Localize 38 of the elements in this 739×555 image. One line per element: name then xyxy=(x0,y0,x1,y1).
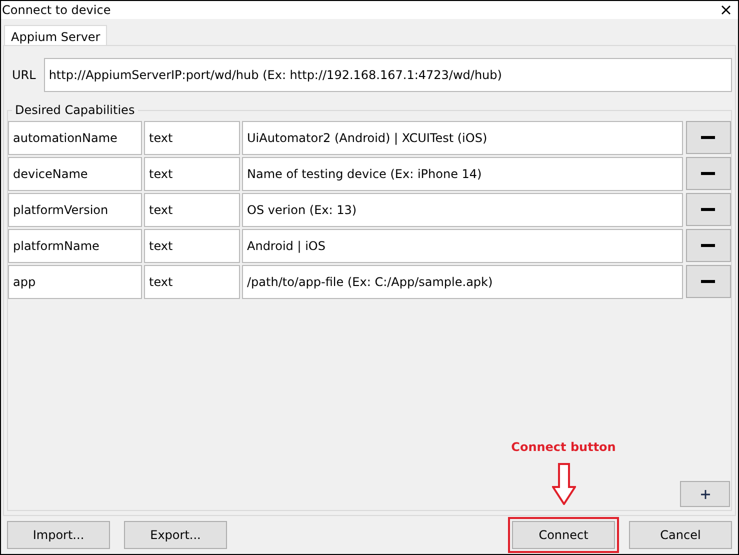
dialog-button[interactable]: Export... xyxy=(124,521,227,549)
name-field[interactable]: platformName xyxy=(8,229,142,263)
value-field[interactable]: Name of testing device (Ex: iPhone 14) xyxy=(242,157,683,191)
name-field[interactable]: app xyxy=(8,265,142,299)
type-field[interactable]: text xyxy=(144,265,240,299)
dialog-button[interactable]: Connect xyxy=(512,521,615,549)
group-title: Desired Capabilities xyxy=(12,103,138,117)
name-field[interactable]: deviceName xyxy=(8,157,142,191)
type-field[interactable]: text xyxy=(144,157,240,191)
dialog-button[interactable]: Import... xyxy=(7,521,110,549)
close-icon xyxy=(721,5,731,15)
url-field[interactable]: http://AppiumServerIP:port/wd/hub (Ex: http://192.168.167.1:4723/wd/hub) xyxy=(44,58,732,92)
minus-icon xyxy=(701,172,716,175)
minus-icon xyxy=(701,280,716,283)
minus-icon xyxy=(701,136,716,139)
annotation-text: Connect button xyxy=(511,440,616,454)
remove-button[interactable] xyxy=(686,265,731,298)
window-title: Connect to device xyxy=(1,3,111,17)
arrow-icon xyxy=(552,463,576,505)
url-label: URL xyxy=(12,68,36,82)
value-field[interactable]: Android | iOS xyxy=(242,229,683,263)
tab[interactable]: Appium Server xyxy=(4,25,108,46)
remove-button[interactable] xyxy=(686,193,731,226)
dialog-button[interactable]: Cancel xyxy=(629,521,732,549)
type-field[interactable]: text xyxy=(144,229,240,263)
value-field[interactable]: UiAutomator2 (Android) | XCUITest (iOS) xyxy=(242,121,683,155)
remove-button[interactable] xyxy=(686,121,731,154)
type-field[interactable]: text xyxy=(144,121,240,155)
remove-button[interactable] xyxy=(686,157,731,190)
minus-icon xyxy=(701,208,716,211)
type-field[interactable]: text xyxy=(144,193,240,227)
value-field[interactable]: /path/to/app-file (Ex: C:/App/sample.apk) xyxy=(242,265,683,299)
minus-icon xyxy=(701,244,716,247)
plus-icon xyxy=(700,490,710,498)
name-field[interactable]: platformVersion xyxy=(8,193,142,227)
remove-button[interactable] xyxy=(686,229,731,262)
name-field[interactable]: automationName xyxy=(8,121,142,155)
value-field[interactable]: OS verion (Ex: 13) xyxy=(242,193,683,227)
